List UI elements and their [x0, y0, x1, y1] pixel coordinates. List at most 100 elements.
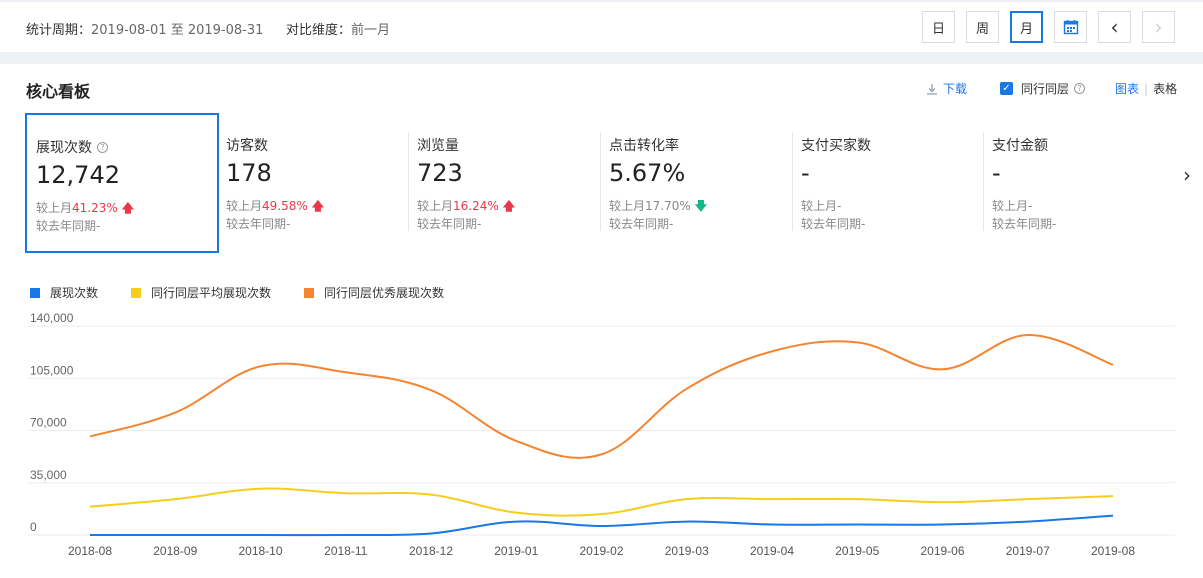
peer-checkbox[interactable]: ✓ 同行同层 ?	[1000, 80, 1086, 97]
x-tick-label: 2018-09	[153, 544, 197, 558]
yoy-label: 较去年同期	[36, 219, 97, 233]
arrow-up-icon: 🡅	[502, 199, 516, 213]
mom-percent: -	[1028, 199, 1033, 213]
metric-card[interactable]: 支付买家数 - 较上月- 较去年同期-	[792, 113, 984, 253]
next-period-button[interactable]: ›	[1142, 11, 1175, 43]
legend-label: 同行同层平均展现次数	[151, 286, 272, 300]
calendar-button[interactable]	[1054, 11, 1087, 43]
legend-label: 展现次数	[50, 286, 99, 300]
mom-percent: -	[837, 199, 842, 213]
mom-percent: 49.58%	[262, 199, 308, 213]
peer-label: 同行同层	[1021, 82, 1070, 96]
view-chart-tab[interactable]: 图表	[1115, 80, 1139, 97]
yoy-label: 较去年同期	[992, 217, 1053, 231]
legend-swatch	[30, 287, 40, 298]
metric-title: 支付金额	[992, 138, 1048, 154]
view-separator: |	[1144, 81, 1149, 96]
metric-card[interactable]: 支付金额 - 较上月- 较去年同期-	[983, 113, 1175, 253]
mom-label: 较上月	[36, 201, 73, 215]
series-line	[89, 487, 1114, 517]
view-toggle: 图表 | 表格	[1115, 80, 1177, 97]
calendar-icon	[1063, 20, 1078, 35]
metric-value: -	[992, 159, 1001, 187]
x-tick-label: 2019-08	[1091, 544, 1135, 558]
month-button[interactable]: 月	[1010, 11, 1043, 43]
metric-title: 浏览量	[417, 138, 459, 154]
yoy-value: -	[861, 217, 866, 231]
period-filter[interactable]: 统计周期：2019-08-01 至 2019-08-31	[26, 19, 263, 38]
compare-value: 前一月	[351, 23, 391, 38]
metric-card[interactable]: 浏览量 723 较上月16.24% 🡅 较去年同期-	[408, 113, 600, 253]
compare-filter[interactable]: 对比维度：前一月	[286, 19, 390, 38]
series-line	[89, 333, 1114, 459]
metric-title: 展现次数	[36, 140, 92, 156]
x-tick-label: 2018-12	[409, 544, 453, 558]
card-divider	[600, 133, 601, 231]
y-tick-label: 0	[30, 520, 37, 534]
x-tick-label: 2018-10	[238, 544, 282, 558]
metric-value: -	[801, 159, 810, 187]
next-cards-chevron-icon[interactable]: ›	[1183, 163, 1191, 187]
metric-yoy: 较去年同期-	[226, 215, 290, 232]
yoy-label: 较去年同期	[801, 217, 862, 231]
yoy-value: -	[286, 217, 291, 231]
legend-swatch	[304, 287, 315, 298]
mom-percent: 41.23%	[72, 201, 118, 215]
legend-item[interactable]: 展现次数	[30, 284, 98, 301]
download-label: 下载	[943, 82, 968, 96]
y-tick-label: 105,000	[30, 363, 74, 377]
arrow-up-icon: 🡅	[121, 201, 135, 215]
panel-title: 核心看板	[26, 82, 91, 101]
x-tick-label: 2018-11	[324, 544, 367, 558]
help-icon[interactable]: ?	[97, 141, 108, 153]
x-tick-label: 2019-02	[579, 544, 623, 558]
view-table-tab[interactable]: 表格	[1153, 80, 1177, 97]
series-line	[89, 514, 1114, 537]
yoy-value: -	[96, 219, 101, 233]
day-button[interactable]: 日	[922, 11, 955, 43]
metric-mom: 较上月-	[992, 197, 1032, 214]
compare-label: 对比维度：	[286, 23, 352, 38]
metric-yoy: 较去年同期-	[801, 215, 865, 232]
x-tick-label: 2018-08	[68, 544, 112, 558]
mom-label: 较上月	[801, 199, 838, 213]
week-button[interactable]: 周	[966, 11, 999, 43]
metric-value: 5.67%	[609, 159, 686, 187]
metric-value: 12,742	[36, 161, 120, 189]
mom-label: 较上月	[992, 199, 1029, 213]
help-icon[interactable]: ?	[1074, 83, 1086, 94]
yoy-value: -	[669, 217, 674, 231]
prev-period-button[interactable]: ‹	[1098, 11, 1131, 43]
metric-cards: 展现次数? 12,742 较上月41.23% 🡅 较去年同期- 访客数 178 较…	[25, 113, 1185, 253]
card-divider	[792, 133, 793, 231]
metric-yoy: 较去年同期-	[992, 215, 1056, 232]
checkbox-checked-icon[interactable]: ✓	[1000, 82, 1013, 95]
download-link[interactable]: 下载	[926, 80, 967, 97]
yoy-label: 较去年同期	[417, 217, 478, 231]
card-divider	[983, 133, 984, 231]
mom-label: 较上月	[417, 199, 454, 213]
x-tick-label: 2019-03	[665, 544, 709, 558]
metric-card[interactable]: 点击转化率 5.67% 较上月17.70% 🡇 较去年同期-	[600, 113, 792, 253]
x-tick-label: 2019-04	[750, 544, 794, 558]
y-tick-label: 35,000	[30, 468, 67, 482]
chart-legend: 展现次数 同行同层平均展现次数 同行同层优秀展现次数	[30, 284, 477, 301]
mom-label: 较上月	[226, 199, 263, 213]
arrow-down-icon: 🡇	[694, 199, 708, 213]
legend-item[interactable]: 同行同层优秀展现次数	[304, 284, 444, 301]
mom-percent: 17.70%	[645, 199, 691, 213]
metric-card[interactable]: 访客数 178 较上月49.58% 🡅 较去年同期-	[217, 113, 408, 253]
mom-label: 较上月	[609, 199, 646, 213]
section-divider	[0, 52, 1203, 64]
x-tick-label: 2019-06	[920, 544, 964, 558]
legend-label: 同行同层优秀展现次数	[324, 286, 445, 300]
mom-percent: 16.24%	[453, 199, 499, 213]
metric-card[interactable]: 展现次数? 12,742 较上月41.23% 🡅 较去年同期-	[25, 113, 219, 253]
yoy-value: -	[1052, 217, 1057, 231]
line-chart: 0 35,000 70,000 105,000 140,000 2018-08 2018-0…	[28, 311, 1175, 558]
card-divider	[408, 133, 409, 231]
legend-swatch	[131, 287, 142, 298]
legend-item[interactable]: 同行同层平均展现次数	[131, 284, 271, 301]
yoy-label: 较去年同期	[609, 217, 670, 231]
x-tick-label: 2019-01	[494, 544, 538, 558]
